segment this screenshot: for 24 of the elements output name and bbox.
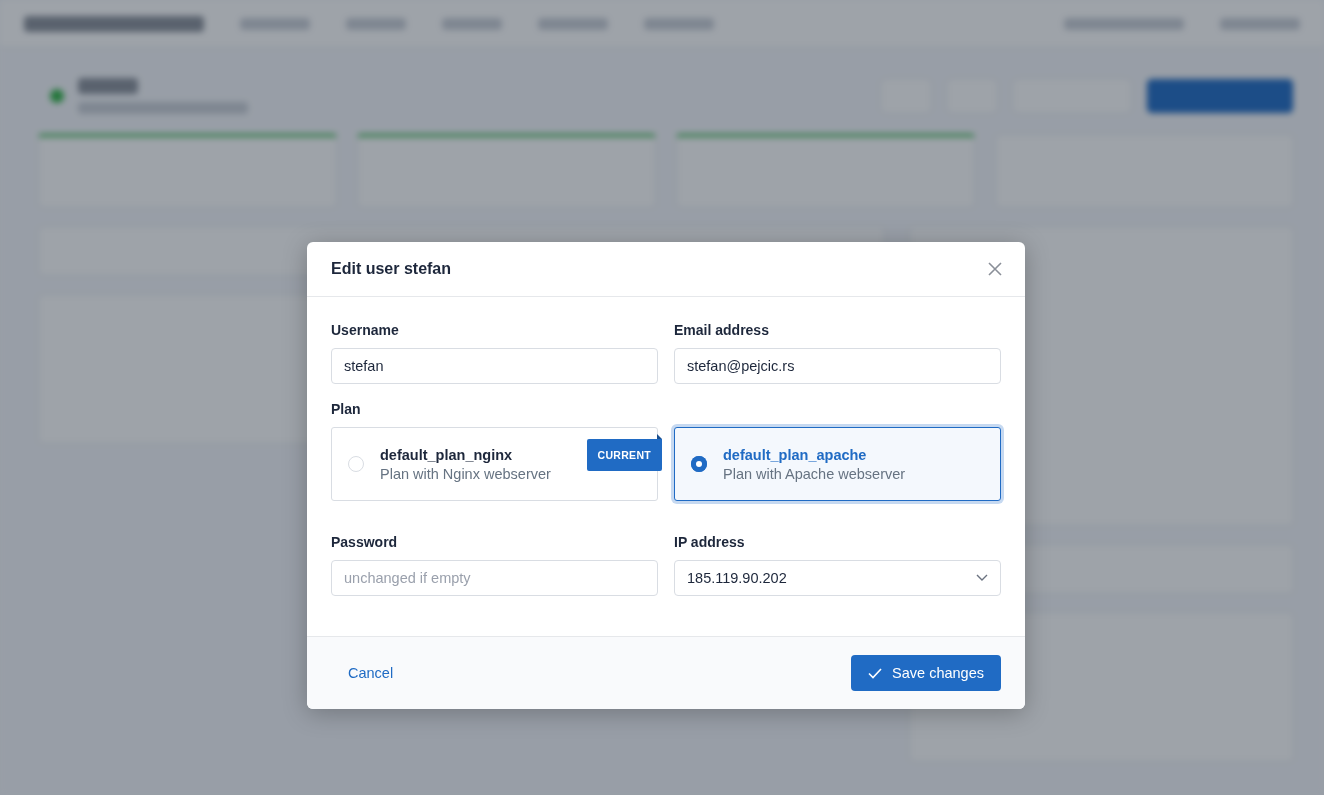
input-field[interactable]: unchanged if empty: [331, 560, 658, 596]
plan-option[interactable]: default_plan_apache Plan with Apache webserver: [674, 427, 1001, 501]
field-label: IP address: [674, 534, 746, 550]
input-field[interactable]: stefan: [331, 348, 658, 384]
chevron-down-icon: [976, 574, 988, 582]
checkmark-icon: [868, 667, 883, 679]
plan-description: Plan with Nginx webserver: [380, 465, 551, 482]
radio-button[interactable]: [691, 456, 707, 472]
plan-name: default_plan_nginx: [380, 446, 514, 463]
plan-description: Plan with Apache webserver: [723, 465, 906, 482]
field-label: Password: [331, 534, 399, 550]
ip-address-select[interactable]: 185.119.90.202: [674, 560, 1001, 596]
plan-name: default_plan_apache: [723, 446, 868, 463]
radio-button[interactable]: [348, 456, 364, 472]
current-badge: CURRENT: [586, 439, 662, 471]
field-label: Plan: [331, 401, 362, 417]
cancel-button[interactable]: Cancel: [333, 657, 409, 689]
save-button[interactable]: Save changes: [851, 655, 1001, 691]
close-button[interactable]: [987, 261, 1003, 277]
field-label: Email address: [674, 322, 770, 338]
ribbon-fold: [657, 434, 662, 439]
input-field[interactable]: stefan@pejcic.rs: [674, 348, 1001, 384]
field-label: Username: [331, 322, 400, 338]
dialog-title: Edit user stefan: [331, 260, 452, 278]
